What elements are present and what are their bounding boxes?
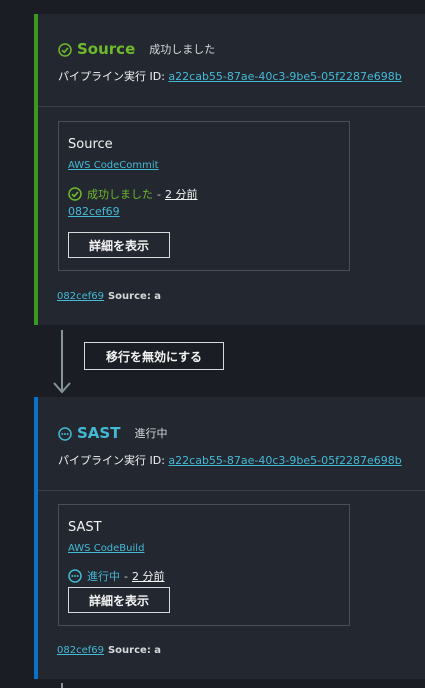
stage-name: SAST xyxy=(77,424,121,442)
stage-footer: 082cef69 Source: a xyxy=(57,291,161,302)
action-commit-link[interactable]: 082cef69 xyxy=(68,205,120,218)
execution-id-row: パイプライン実行 ID: a22cab55-87ae-40c3-9be5-05f… xyxy=(58,452,425,468)
arrow-down-icon xyxy=(53,382,71,394)
transition-arrow-line xyxy=(61,330,63,390)
footer-commit-link[interactable]: 082cef69 xyxy=(57,291,104,302)
stage-header: SAST 進行中 パイプライン実行 ID: a22cab55-87ae-40c3… xyxy=(38,397,425,468)
status-separator: - xyxy=(124,569,128,583)
action-provider-link[interactable]: AWS CodeBuild xyxy=(68,543,144,554)
transition-arrow-line xyxy=(61,683,63,688)
footer-commit-link[interactable]: 082cef69 xyxy=(57,645,104,656)
stage-header: Source 成功しました パイプライン実行 ID: a22cab55-87ae… xyxy=(38,14,425,84)
action-time[interactable]: 2 分前 xyxy=(132,568,165,584)
stage-status: 進行中 xyxy=(134,427,168,440)
check-circle-icon xyxy=(58,42,72,57)
check-circle-icon xyxy=(68,187,82,201)
action-time[interactable]: 2 分前 xyxy=(165,186,198,202)
view-details-button[interactable]: 詳細を表示 xyxy=(68,587,170,613)
action-status: 成功しました - 2 分前 xyxy=(68,186,197,202)
stage-divider xyxy=(38,106,425,107)
in-progress-icon xyxy=(68,569,82,583)
footer-commit-message: Source: a xyxy=(107,645,162,656)
execution-id-label: パイプライン実行 ID: xyxy=(58,454,165,467)
stage-source: Source 成功しました パイプライン実行 ID: a22cab55-87ae… xyxy=(34,14,425,325)
stage-footer: 082cef69 Source: a xyxy=(57,645,161,656)
action-status-text: 成功しました xyxy=(87,188,153,201)
execution-id-row: パイプライン実行 ID: a22cab55-87ae-40c3-9be5-05f… xyxy=(58,68,425,84)
action-status: 進行中 - 2 分前 xyxy=(68,568,164,584)
view-details-button[interactable]: 詳細を表示 xyxy=(68,232,170,258)
action-card-source: Source AWS CodeCommit 成功しました - 2 分前 082c… xyxy=(58,121,350,271)
stage-status: 成功しました xyxy=(149,43,216,56)
disable-transition-button[interactable]: 移行を無効にする xyxy=(84,342,224,370)
action-name: SAST xyxy=(68,520,102,535)
stage-divider xyxy=(38,490,425,491)
stage-name: Source xyxy=(77,40,136,58)
stage-sast: SAST 進行中 パイプライン実行 ID: a22cab55-87ae-40c3… xyxy=(34,397,425,679)
in-progress-icon xyxy=(58,426,72,441)
execution-id-link[interactable]: a22cab55-87ae-40c3-9be5-05f2287e698b xyxy=(168,454,401,467)
action-status-text: 進行中 xyxy=(87,570,120,583)
action-card-sast: SAST AWS CodeBuild 進行中 - 2 分前 詳細を表示 xyxy=(58,504,350,626)
execution-id-link[interactable]: a22cab55-87ae-40c3-9be5-05f2287e698b xyxy=(168,70,401,83)
action-provider-link[interactable]: AWS CodeCommit xyxy=(68,160,159,171)
status-separator: - xyxy=(157,187,161,201)
footer-commit-message: Source: a xyxy=(107,291,162,302)
action-name: Source xyxy=(68,137,113,152)
execution-id-label: パイプライン実行 ID: xyxy=(58,70,165,83)
